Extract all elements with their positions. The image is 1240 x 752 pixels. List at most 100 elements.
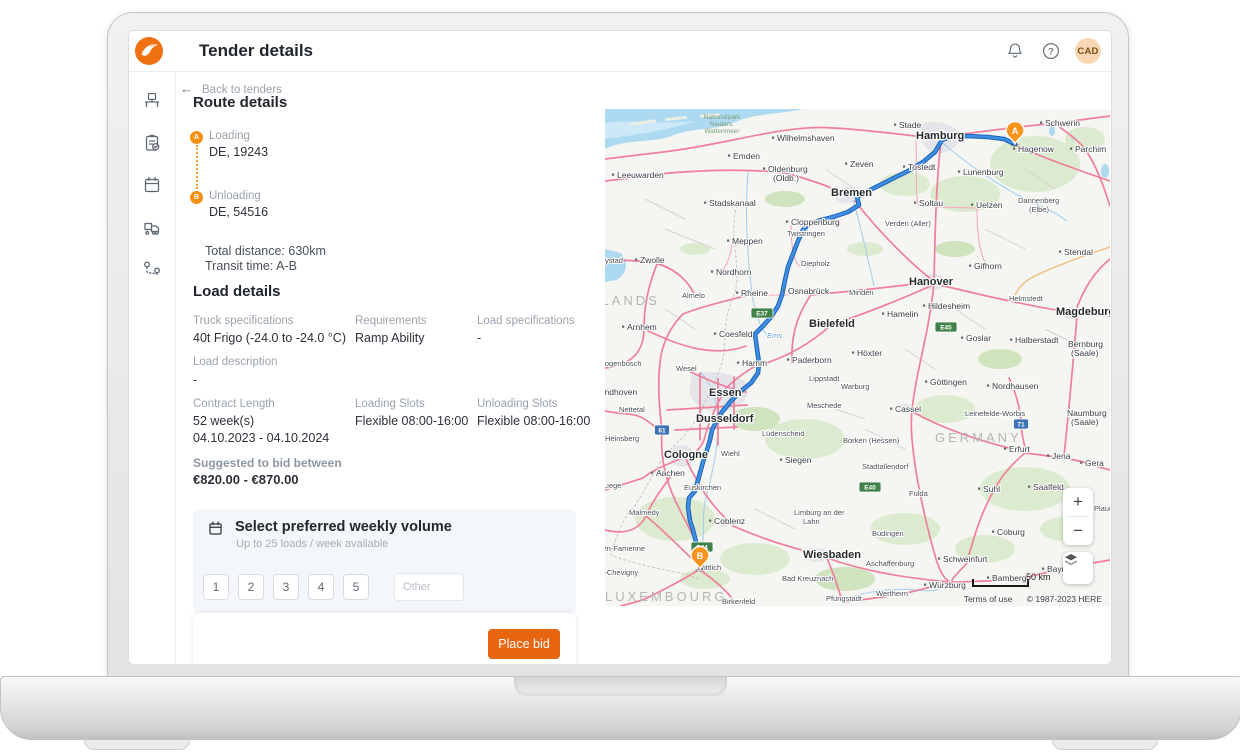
map-label: Eindhoven bbox=[605, 387, 637, 397]
map-label: Coburg bbox=[997, 527, 1025, 537]
map-label: NETHERLANDS bbox=[605, 293, 660, 308]
map-label: Uelzen bbox=[976, 200, 1003, 210]
route-map[interactable]: E45E37E40E446171 NationalparkNieders.Wat… bbox=[605, 109, 1110, 606]
sidebar-item-tracking[interactable] bbox=[129, 248, 175, 290]
suggested-bid-label: Suggested to bid between bbox=[193, 456, 342, 470]
map-label: Soltau bbox=[919, 198, 943, 208]
volume-option-1[interactable]: 1 bbox=[203, 574, 229, 600]
weekly-volume-panel: Select preferred weekly volume Up to 25 … bbox=[193, 509, 576, 613]
map-label: Bremen bbox=[831, 187, 872, 199]
map-label: Minden bbox=[849, 288, 874, 297]
app-window: Tender details ? CAD ← Back to tenders R… bbox=[128, 30, 1112, 665]
volume-other-input[interactable] bbox=[394, 573, 464, 601]
map-label: (Oldb.) bbox=[773, 173, 799, 183]
volume-option-4[interactable]: 4 bbox=[308, 574, 334, 600]
map-label: Halberstadt bbox=[1015, 335, 1059, 345]
marker-a-badge: A bbox=[190, 131, 203, 144]
field-value: - bbox=[193, 373, 198, 387]
app-logo-icon[interactable] bbox=[135, 37, 163, 65]
svg-text:E45: E45 bbox=[940, 325, 952, 332]
map-label: Meppen bbox=[732, 236, 763, 246]
map-label: Lahn bbox=[803, 517, 820, 526]
map-layers-button[interactable] bbox=[1063, 552, 1093, 584]
laptop-base bbox=[0, 676, 1240, 740]
avatar[interactable]: CAD bbox=[1075, 38, 1101, 64]
map-label: Meschede bbox=[807, 401, 842, 410]
road-shield: 71 bbox=[1013, 418, 1029, 430]
map-label: Dannenberg bbox=[1018, 196, 1059, 205]
map-label: Wattenmeer bbox=[704, 128, 740, 135]
map-label: Wertheim bbox=[876, 589, 908, 598]
load-details-heading: Load details bbox=[193, 283, 281, 300]
map-label: Aschaffenburg bbox=[866, 559, 914, 568]
map-label: Tostedt bbox=[908, 162, 936, 172]
map-label: Nordhorn bbox=[716, 267, 752, 277]
svg-text:?: ? bbox=[1048, 46, 1054, 57]
place-bid-card: Place bid bbox=[193, 613, 576, 664]
field-label: Load description bbox=[193, 356, 278, 368]
app-header: Tender details ? CAD bbox=[129, 31, 1111, 72]
map-label: (Saale) bbox=[1071, 348, 1099, 358]
suggested-bid-value: €820.00 - €870.00 bbox=[193, 472, 299, 487]
map-label: Bielefeld bbox=[809, 318, 855, 330]
map-zoom-control: + − bbox=[1063, 488, 1093, 545]
place-bid-button[interactable]: Place bid bbox=[488, 629, 560, 659]
field-value: Flexible 08:00-16:00 bbox=[355, 414, 469, 428]
map-label: Leeuwarden bbox=[617, 170, 664, 180]
volume-option-3[interactable]: 3 bbox=[273, 574, 299, 600]
map-label: Coesfeld bbox=[719, 329, 753, 339]
route-details-heading: Route details bbox=[193, 94, 288, 111]
terms-of-use-link[interactable]: Terms of use bbox=[964, 594, 1013, 604]
marker-b-badge: B bbox=[190, 191, 203, 204]
route-pins-icon bbox=[144, 261, 160, 276]
zoom-out-button[interactable]: − bbox=[1063, 517, 1093, 545]
transit-time: Transit time: A-B bbox=[205, 259, 297, 273]
map-label: Stade bbox=[899, 120, 921, 130]
map-label: Hamburg bbox=[916, 130, 964, 142]
field-label: Contract Length bbox=[193, 398, 275, 410]
volume-subtitle: Up to 25 loads / week available bbox=[236, 538, 389, 550]
map-label: (Saale) bbox=[1071, 417, 1099, 427]
map-label: Heinsberg bbox=[605, 434, 639, 443]
map-label: Stendal bbox=[1064, 247, 1093, 257]
map-label: Verden (Aller) bbox=[885, 219, 931, 228]
field-label: Load specifications bbox=[477, 315, 575, 327]
help-icon[interactable]: ? bbox=[1041, 41, 1061, 61]
sidebar-item-tenders[interactable] bbox=[129, 122, 175, 164]
svg-text:E37: E37 bbox=[756, 311, 768, 318]
map-label: GERMANY bbox=[935, 430, 1022, 445]
sidebar-item-network[interactable] bbox=[129, 80, 175, 122]
map-label: Lüdenscheid bbox=[762, 429, 805, 438]
map-label: Nordhausen bbox=[992, 381, 1039, 391]
route-dotted-line bbox=[196, 145, 198, 189]
map-attribution: Terms of use © 1987-2023 HERE bbox=[952, 594, 1102, 604]
map-label: Dusseldorf bbox=[696, 413, 754, 425]
map-label: Arnhem bbox=[627, 322, 657, 332]
volume-option-5[interactable]: 5 bbox=[343, 574, 369, 600]
field-label: Unloading Slots bbox=[477, 398, 558, 410]
layers-icon bbox=[1065, 554, 1077, 566]
sidebar-item-calendar[interactable] bbox=[129, 164, 175, 206]
loading-label: Loading bbox=[209, 130, 250, 142]
field-label: Requirements bbox=[355, 315, 427, 327]
map-label: Libramont-Chevigny bbox=[605, 568, 638, 577]
volume-option-2[interactable]: 2 bbox=[238, 574, 264, 600]
svg-text:E40: E40 bbox=[864, 485, 876, 492]
map-label: Parchim bbox=[1075, 144, 1106, 154]
bell-icon[interactable] bbox=[1005, 41, 1025, 61]
map-label: Pfungstadt bbox=[826, 594, 863, 603]
map-label: Borken (Hessen) bbox=[843, 436, 900, 445]
sidebar bbox=[129, 72, 176, 664]
sidebar-item-fleet[interactable] bbox=[129, 206, 175, 248]
network-icon bbox=[144, 92, 160, 108]
map-label: Gifhorn bbox=[974, 261, 1002, 271]
volume-options: 12345 bbox=[203, 574, 378, 600]
tenders-clipboard-icon bbox=[145, 134, 160, 151]
map-label: Limburg an der bbox=[794, 508, 845, 517]
zoom-in-button[interactable]: + bbox=[1063, 488, 1093, 516]
map-label: Gera bbox=[1085, 458, 1104, 468]
map-label: Nieders. bbox=[710, 121, 734, 128]
unloading-value: DE, 54516 bbox=[209, 205, 269, 219]
svg-text:61: 61 bbox=[658, 428, 666, 435]
map-label: Hildesheim bbox=[928, 301, 970, 311]
